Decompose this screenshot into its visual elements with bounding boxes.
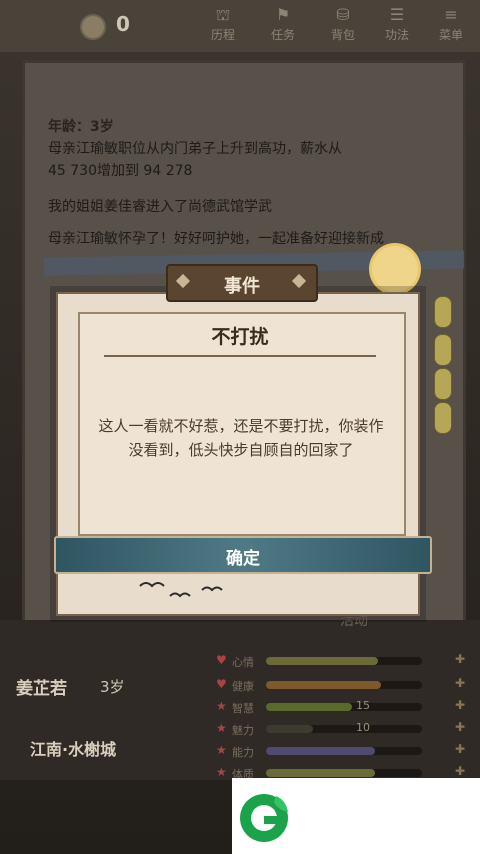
green-logo-icon xyxy=(240,794,288,842)
book-icon: ☰ xyxy=(389,5,405,24)
plus-icon[interactable]: ✚ xyxy=(452,698,468,714)
star-icon: ★ xyxy=(216,765,227,779)
divider xyxy=(104,355,376,357)
star-icon: ★ xyxy=(216,721,227,735)
birds-icon xyxy=(139,582,223,598)
tab-skills[interactable]: ☰ 功法 xyxy=(372,4,422,48)
scroll-icon: ⚑ xyxy=(275,5,291,24)
dialog-header-title: 事件 xyxy=(224,276,260,297)
confirm-label: 确定 xyxy=(226,549,260,569)
top-bar: 0 ⛫ 历程 ⚑ 任务 ⛁ 背包 ☰ 功法 ≡ 菜单 xyxy=(0,0,480,52)
plus-icon[interactable]: ✚ xyxy=(452,742,468,758)
side-tag[interactable] xyxy=(434,334,452,366)
coin-value: 0 xyxy=(116,12,130,36)
coin-icon xyxy=(80,14,106,40)
lantern-icon: ⛫ xyxy=(215,5,231,24)
side-tag[interactable] xyxy=(434,368,452,400)
event-title: 不打扰 xyxy=(211,326,269,348)
star-icon: ★ xyxy=(216,743,227,757)
plus-icon[interactable]: ✚ xyxy=(452,720,468,736)
stat-bar-ability: ★ 能力 xyxy=(216,743,426,759)
tab-bag[interactable]: ⛁ 背包 xyxy=(318,4,368,48)
tab-history[interactable]: ⛫ 历程 xyxy=(198,4,248,48)
journal-entry: 母亲江瑜敏怀孕了！好好呵护她，一起准备好迎接新成 xyxy=(48,231,384,247)
plus-icon[interactable]: ✚ xyxy=(452,652,468,668)
star-icon: ★ xyxy=(216,699,227,713)
bag-icon: ⛁ xyxy=(336,5,350,24)
side-tag[interactable] xyxy=(434,296,452,328)
heart-icon: ♥ xyxy=(216,653,227,667)
character-name: 姜芷若 xyxy=(16,679,67,699)
dialog-header: 事件 xyxy=(166,264,318,302)
character-location: 江南·水榭城 xyxy=(30,740,117,759)
side-tag[interactable] xyxy=(434,402,452,434)
stat-bar-wisdom: ★ 智慧 15 xyxy=(216,699,426,715)
tab-tasks[interactable]: ⚑ 任务 xyxy=(258,4,308,48)
event-description: 这人一看就不好惹，还是不要打扰，你装作没看到，低头快步自顾自的回家了 xyxy=(98,417,384,459)
plus-icon[interactable]: ✚ xyxy=(452,676,468,692)
journal-entry: 我的姐姐姜佳睿进入了尚德武馆学武 xyxy=(48,199,272,215)
confirm-button[interactable]: 确定 xyxy=(54,536,432,574)
moon-icon xyxy=(372,246,418,292)
journal-entry: 45 730增加到 94 278 xyxy=(48,163,193,179)
character-age: 3岁 xyxy=(100,678,125,696)
heart-icon: ♥ xyxy=(216,677,227,691)
tab-menu[interactable]: ≡ 菜单 xyxy=(426,4,476,48)
stat-bar-charm: ★ 魅力 10 xyxy=(216,721,426,737)
journal-age: 年龄：3岁 xyxy=(48,119,114,135)
menu-icon: ≡ xyxy=(444,5,458,24)
journal-entry: 母亲江瑜敏职位从内门弟子上升到高功，薪水从 xyxy=(48,141,342,157)
stat-bar-health: ♥ 健康 xyxy=(216,677,426,693)
stat-bar-mood: ♥ 心情 xyxy=(216,653,426,669)
